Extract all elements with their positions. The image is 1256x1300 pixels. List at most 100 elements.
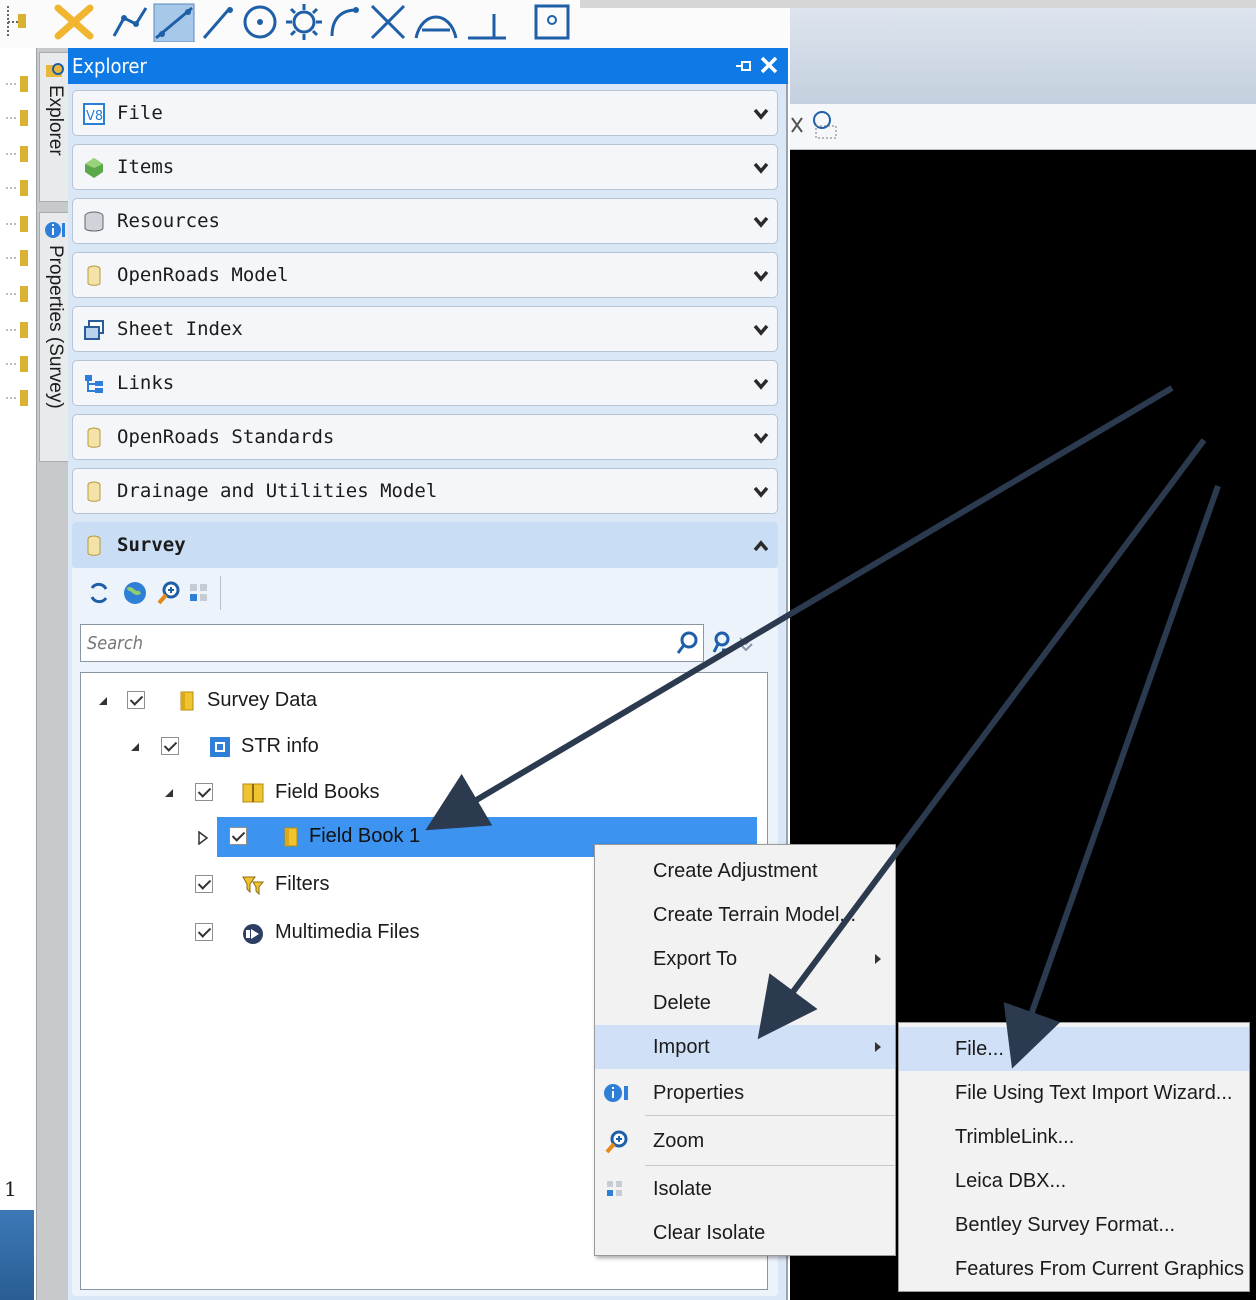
area-pattern-icon[interactable] xyxy=(152,2,196,42)
intersect-tool-icon[interactable] xyxy=(368,2,408,42)
tree-row-survey-data[interactable]: Survey Data xyxy=(81,681,767,721)
expanded-triangle-icon[interactable] xyxy=(163,787,175,799)
view-toolbar xyxy=(790,104,1256,150)
section-resources[interactable]: Resources xyxy=(72,198,778,244)
submenu-item-text-import-wizard[interactable]: File Using Text Import Wizard... xyxy=(899,1071,1249,1115)
menu-item-isolate[interactable]: Isolate xyxy=(595,1167,895,1211)
menu-item-create-terrain-model[interactable]: Create Terrain Model... xyxy=(595,893,895,937)
submenu-item-leica-dbx[interactable]: Leica DBX... xyxy=(899,1159,1249,1203)
tree-checkbox[interactable] xyxy=(195,783,213,801)
tab-properties-survey[interactable]: Properties (Survey) xyxy=(39,212,69,462)
search-options-icon[interactable] xyxy=(712,630,762,656)
explorer-tab-icon xyxy=(46,63,64,77)
v8-file-icon: V8 xyxy=(83,103,105,125)
menu-item-import[interactable]: Import xyxy=(595,1025,895,1069)
line-string-icon[interactable] xyxy=(110,2,150,42)
close-icon[interactable] xyxy=(758,54,780,76)
circle-tool-icon[interactable] xyxy=(240,2,280,42)
section-label: Resources xyxy=(117,210,220,232)
section-label: File xyxy=(117,102,163,124)
submenu-item-file[interactable]: File... xyxy=(899,1027,1249,1071)
view-tool-icon[interactable] xyxy=(790,110,806,140)
line-tool-icon[interactable] xyxy=(200,2,236,42)
tree-checkbox[interactable] xyxy=(195,923,213,941)
svg-text:V8: V8 xyxy=(86,109,103,124)
chevron-down-icon[interactable] xyxy=(753,269,769,283)
offset-tool-icon[interactable] xyxy=(466,2,510,42)
chevron-down-icon[interactable] xyxy=(753,161,769,175)
tree-checkbox[interactable] xyxy=(161,737,179,755)
menu-item-clear-isolate[interactable]: Clear Isolate xyxy=(595,1211,895,1255)
menu-item-export-to[interactable]: Export To xyxy=(595,937,895,981)
chevron-up-icon[interactable] xyxy=(753,539,769,553)
chevron-down-icon[interactable] xyxy=(753,323,769,337)
search-input[interactable] xyxy=(85,629,665,657)
expanded-triangle-icon[interactable] xyxy=(97,695,109,707)
tree-checkbox[interactable] xyxy=(127,691,145,709)
section-openroads-standards[interactable]: OpenRoads Standards xyxy=(72,414,778,460)
submenu-item-trimblelink[interactable]: TrimbleLink... xyxy=(899,1115,1249,1159)
globe-icon[interactable] xyxy=(122,580,148,606)
chevron-down-icon[interactable] xyxy=(753,107,769,121)
section-openroads-model[interactable]: OpenRoads Model xyxy=(72,252,778,298)
pin-icon[interactable] xyxy=(734,56,754,76)
tab-explorer-label: Explorer xyxy=(45,85,66,156)
menu-item-label: Clear Isolate xyxy=(653,1222,766,1244)
section-drainage-utilities[interactable]: Drainage and Utilities Model xyxy=(72,468,778,514)
section-sheet-index[interactable]: Sheet Index xyxy=(72,306,778,352)
refresh-icon[interactable] xyxy=(86,580,112,606)
cylinder-icon xyxy=(87,535,101,556)
toolbar-divider xyxy=(220,576,221,610)
tree-node-icon xyxy=(6,390,28,406)
chevron-down-icon[interactable] xyxy=(753,377,769,391)
submenu-item-features-current-graphics[interactable]: Features From Current Graphics xyxy=(899,1247,1249,1291)
menu-item-create-adjustment[interactable]: Create Adjustment xyxy=(595,849,895,893)
search-icon[interactable] xyxy=(675,631,699,657)
submenu-item-bentley-survey-format[interactable]: Bentley Survey Format... xyxy=(899,1203,1249,1247)
tree-row-field-books[interactable]: Field Books xyxy=(81,773,767,813)
menu-item-delete[interactable]: Delete xyxy=(595,981,895,1025)
submenu-item-label: Bentley Survey Format... xyxy=(955,1214,1176,1236)
submenu-item-label: File Using Text Import Wizard... xyxy=(955,1082,1233,1104)
section-file[interactable]: V8 File xyxy=(72,90,778,136)
view-fence-icon[interactable] xyxy=(810,108,840,140)
menu-item-zoom[interactable]: Zoom xyxy=(595,1119,895,1163)
tree-node-icon xyxy=(6,286,28,302)
chevron-down-icon[interactable] xyxy=(753,485,769,499)
vertical-tab-strip: Explorer Properties (Survey) xyxy=(36,48,70,1300)
tab-explorer[interactable]: Explorer xyxy=(39,52,69,202)
section-items[interactable]: Items xyxy=(72,144,778,190)
tree-node-icon xyxy=(6,322,28,338)
menu-item-properties[interactable]: Properties xyxy=(595,1071,895,1115)
chevron-down-icon[interactable] xyxy=(753,215,769,229)
rectangle-point-icon[interactable] xyxy=(530,2,574,42)
section-links[interactable]: Links xyxy=(72,360,778,406)
collapsed-triangle-icon[interactable] xyxy=(197,831,209,845)
zoom-icon[interactable] xyxy=(156,580,182,606)
sheet-index-icon xyxy=(84,320,104,340)
delete-x-icon[interactable] xyxy=(52,2,96,42)
tree-node-icon xyxy=(6,146,28,162)
left-tree-gutter xyxy=(0,48,36,1300)
import-submenu: File... File Using Text Import Wizard...… xyxy=(898,1022,1250,1292)
tree-node-icon xyxy=(6,216,28,232)
gutter-number: 1 xyxy=(4,1177,17,1201)
isolate-icon[interactable] xyxy=(186,580,212,606)
arc-tool-icon[interactable] xyxy=(326,2,364,42)
tree-checkbox[interactable] xyxy=(195,875,213,893)
expanded-triangle-icon[interactable] xyxy=(129,741,141,753)
section-survey[interactable]: Survey xyxy=(72,522,778,568)
tab-properties-label: Properties (Survey) xyxy=(45,245,66,409)
menu-item-label: Isolate xyxy=(653,1178,712,1200)
curve-tool-icon[interactable] xyxy=(412,2,460,42)
gear-point-icon[interactable] xyxy=(284,2,324,42)
tree-checkbox[interactable] xyxy=(229,827,247,845)
properties-icon xyxy=(604,1084,628,1102)
cylinder-icon xyxy=(87,427,101,448)
section-label: Sheet Index xyxy=(117,318,243,340)
folder-yellow-icon xyxy=(180,691,194,711)
tree-row-str-info[interactable]: STR info xyxy=(81,727,767,767)
chevron-down-icon[interactable] xyxy=(753,431,769,445)
cylinder-icon xyxy=(87,265,101,286)
menu-item-label: Zoom xyxy=(653,1130,705,1152)
